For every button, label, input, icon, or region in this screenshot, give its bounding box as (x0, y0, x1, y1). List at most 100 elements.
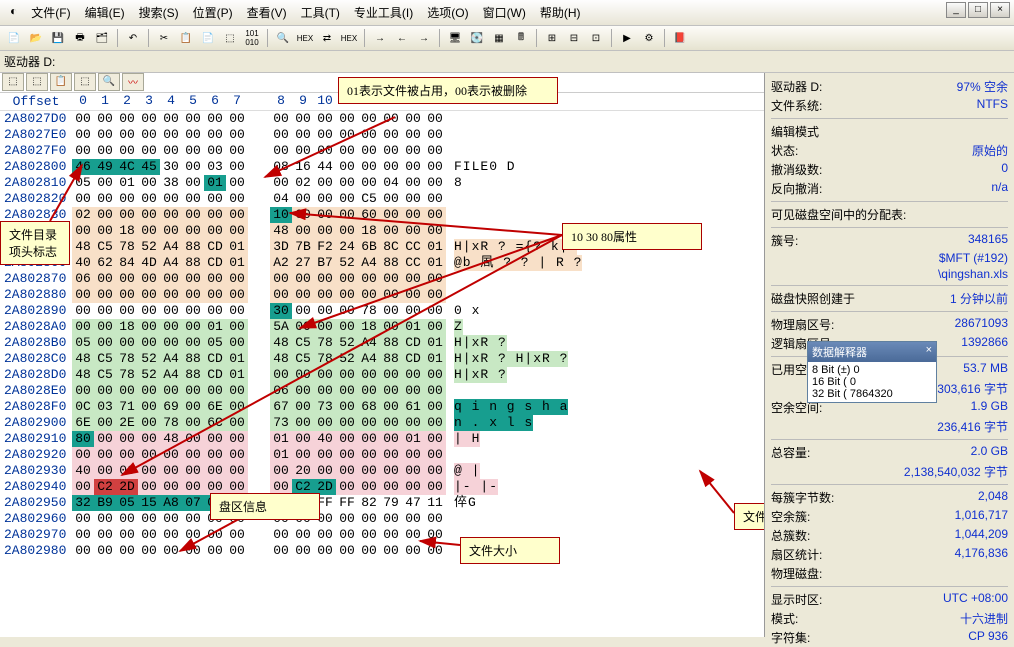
hex-byte[interactable]: 00 (336, 287, 358, 303)
hex-byte[interactable]: 05 (72, 335, 94, 351)
hex-byte[interactable]: 71 (116, 399, 138, 415)
hex-byte[interactable]: 00 (336, 527, 358, 543)
hex-byte[interactable]: 00 (336, 143, 358, 159)
hex-byte[interactable]: 00 (270, 527, 292, 543)
hex-byte[interactable]: 00 (292, 111, 314, 127)
hex-byte[interactable]: 00 (72, 191, 94, 207)
menu-options[interactable]: 选项(O) (421, 2, 474, 23)
hex-row[interactable]: 2A802820000000000000000004000000C5000000 (0, 191, 764, 207)
hex-byte[interactable]: 00 (116, 543, 138, 559)
hex-byte[interactable]: 00 (72, 143, 94, 159)
hex-byte[interactable]: 40 (72, 463, 94, 479)
hex-byte[interactable]: 00 (314, 175, 336, 191)
hex-byte[interactable]: 00 (270, 111, 292, 127)
hex-byte[interactable]: CD (204, 351, 226, 367)
hex-byte[interactable]: 00 (204, 191, 226, 207)
hex-byte[interactable]: 00 (314, 191, 336, 207)
hex-row[interactable]: 2A80281005000100380001000002000000040000… (0, 175, 764, 191)
hex-byte[interactable]: 00 (182, 223, 204, 239)
hex-byte[interactable]: 00 (160, 143, 182, 159)
hex-byte[interactable]: 00 (380, 191, 402, 207)
hex-byte[interactable]: 00 (116, 511, 138, 527)
hex-byte[interactable]: 00 (292, 415, 314, 431)
hex-byte[interactable]: C5 (94, 367, 116, 383)
hex-byte[interactable]: 52 (336, 255, 358, 271)
hex-byte[interactable]: 00 (424, 447, 446, 463)
hex-byte[interactable]: 00 (336, 223, 358, 239)
hex-byte[interactable]: CD (204, 255, 226, 271)
hex-byte[interactable]: 88 (182, 255, 204, 271)
hex-byte[interactable]: 78 (314, 351, 336, 367)
hex-byte[interactable]: 00 (402, 287, 424, 303)
hex-byte[interactable]: 18 (116, 319, 138, 335)
hex-byte[interactable]: 00 (226, 111, 248, 127)
menu-help[interactable]: 帮助(H) (534, 2, 587, 23)
hex-byte[interactable]: 00 (94, 447, 116, 463)
hex-byte[interactable]: 00 (336, 399, 358, 415)
hex-byte[interactable]: A4 (160, 367, 182, 383)
hex-byte[interactable]: 00 (116, 335, 138, 351)
hex-byte[interactable]: 52 (336, 335, 358, 351)
hex-byte[interactable]: 00 (380, 143, 402, 159)
ts-c[interactable]: 📋 (50, 73, 72, 91)
hex-byte[interactable]: 00 (380, 527, 402, 543)
hex-row[interactable]: 2A8028A000001800000001005A00000018000100… (0, 319, 764, 335)
hex-byte[interactable]: 00 (270, 463, 292, 479)
ram-icon[interactable]: 🖥 (445, 28, 465, 48)
hex-byte[interactable]: 46 (72, 159, 94, 175)
hex-byte[interactable]: 00 (402, 463, 424, 479)
menu-pro[interactable]: 专业工具(I) (348, 2, 419, 23)
hex-byte[interactable]: C5 (94, 239, 116, 255)
goto-icon[interactable]: → (370, 28, 390, 48)
hex-byte[interactable]: 00 (138, 223, 160, 239)
hex-row[interactable]: 2A80283002000000000000001000000060000000 (0, 207, 764, 223)
hex-byte[interactable]: 00 (226, 159, 248, 175)
hex-byte[interactable]: 52 (336, 351, 358, 367)
hex-byte[interactable]: 00 (380, 111, 402, 127)
hex-byte[interactable]: CC (402, 239, 424, 255)
hex-byte[interactable]: 00 (380, 303, 402, 319)
ts-d[interactable]: ⬚ (74, 73, 96, 91)
hex-byte[interactable]: 00 (94, 223, 116, 239)
hex-byte[interactable]: 00 (292, 303, 314, 319)
hex-byte[interactable]: 00 (424, 383, 446, 399)
hex-byte[interactable]: 00 (182, 271, 204, 287)
hex-byte[interactable]: 00 (182, 527, 204, 543)
hex-byte[interactable]: 00 (116, 303, 138, 319)
hex-byte[interactable]: 00 (424, 223, 446, 239)
hex-row[interactable]: 2A80293040000000000000000020000000000000… (0, 463, 764, 479)
hex-byte[interactable]: 18 (116, 223, 138, 239)
hex-row[interactable]: 2A80280046494C45300003000816440000000000… (0, 159, 764, 175)
hex-row[interactable]: 2A8028B0050000000000050048C57852A488CD01… (0, 335, 764, 351)
hex-byte[interactable]: 00 (358, 159, 380, 175)
paste-icon[interactable]: 📄 (198, 28, 218, 48)
hex-byte[interactable]: 01 (424, 335, 446, 351)
hex-byte[interactable]: 4D (138, 255, 160, 271)
hex-byte[interactable]: 78 (116, 239, 138, 255)
hex-byte[interactable]: 48 (270, 351, 292, 367)
hex-byte[interactable]: 00 (160, 447, 182, 463)
hex-byte[interactable]: 30 (270, 303, 292, 319)
hex-byte[interactable]: 00 (72, 287, 94, 303)
hex-byte[interactable]: 00 (402, 415, 424, 431)
hex-byte[interactable]: 02 (292, 175, 314, 191)
menu-window[interactable]: 窗口(W) (477, 2, 532, 23)
hex-byte[interactable]: 32 (72, 495, 94, 511)
hex-byte[interactable]: 00 (138, 303, 160, 319)
hex-byte[interactable]: 00 (380, 415, 402, 431)
hex-byte[interactable]: A4 (358, 255, 380, 271)
hex-byte[interactable]: 00 (182, 143, 204, 159)
hex-byte[interactable]: 18 (358, 319, 380, 335)
hex-row[interactable]: 2A80291080000000480000000100400000000100… (0, 431, 764, 447)
hex-byte[interactable]: 00 (226, 207, 248, 223)
hex-byte[interactable]: 82 (358, 495, 380, 511)
hex-byte[interactable]: 00 (160, 111, 182, 127)
hex-byte[interactable]: 00 (94, 431, 116, 447)
hex-byte[interactable]: F2 (314, 239, 336, 255)
min-button[interactable]: _ (946, 2, 966, 18)
hex-byte[interactable]: 00 (116, 127, 138, 143)
hex-byte[interactable]: 00 (336, 383, 358, 399)
hex-byte[interactable]: 00 (94, 527, 116, 543)
hex-byte[interactable]: 00 (226, 527, 248, 543)
hex-byte[interactable]: 00 (292, 127, 314, 143)
